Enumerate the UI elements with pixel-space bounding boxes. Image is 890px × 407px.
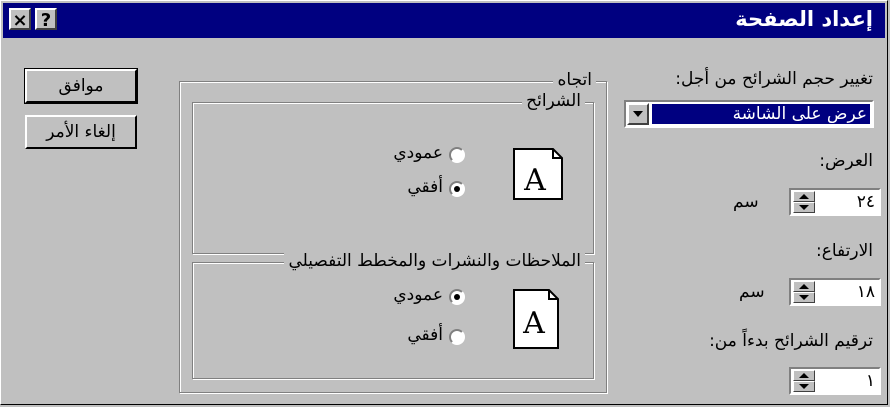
title-bar: إعداد الصفحة × ? [3,3,885,38]
doc-letter: A [522,306,545,341]
slides-title: الشرائح [522,91,585,111]
slides-group: الشرائح A عمودي أفقي [192,91,594,254]
spin-up-icon[interactable] [793,191,815,202]
numbering-spin-buttons[interactable] [793,370,815,392]
cancel-button[interactable]: إلغاء الأمر [25,115,137,149]
slides-portrait-radio[interactable] [449,147,465,163]
width-label: العرض: [819,151,873,171]
size-for-select[interactable]: عرض على الشاشة [624,100,874,128]
landscape-doc-icon: A [513,148,563,200]
notes-group: الملاحظات والنشرات والمخطط التفصيلي A عم… [192,251,594,379]
window-title: إعداد الصفحة [735,7,873,31]
slides-landscape-radio[interactable] [449,181,465,197]
notes-title: الملاحظات والنشرات والمخطط التفصيلي [284,251,585,271]
slides-portrait-label[interactable]: عمودي [343,143,443,163]
page-setup-dialog: إعداد الصفحة × ? تغيير حجم الشرائح من أج… [0,0,888,405]
height-spin-buttons[interactable] [793,281,815,303]
orientation-title: اتجاه [553,70,596,90]
notes-portrait-radio[interactable] [449,289,465,305]
height-value: ١٨ [856,282,875,302]
numbering-spinner[interactable]: ١ [789,367,881,395]
portrait-doc-icon: A [513,289,559,349]
help-icon: ? [40,10,52,31]
numbering-label: ترقيم الشرائح بدءاً من: [709,331,873,351]
orientation-group: اتجاه الشرائح A عمودي أفقي الملاحظات وال… [179,70,607,393]
size-for-value: عرض على الشاشة [652,104,870,124]
notes-portrait-label[interactable]: عمودي [343,285,443,305]
width-spinner[interactable]: ٢٤ [789,188,881,216]
spin-down-icon[interactable] [793,381,815,392]
help-button[interactable]: ? [35,8,57,31]
height-spinner[interactable]: ١٨ [789,278,881,306]
spin-up-icon[interactable] [793,281,815,292]
notes-landscape-label[interactable]: أفقي [343,325,443,345]
chevron-down-icon[interactable] [627,103,649,125]
width-unit: سم [733,192,759,212]
close-icon: × [12,10,28,31]
numbering-value: ١ [865,371,875,391]
size-for-label: تغيير حجم الشرائح من أجل: [675,69,873,89]
doc-letter: A [523,163,546,198]
notes-landscape-radio[interactable] [449,329,465,345]
height-unit: سم [739,282,765,302]
spin-up-icon[interactable] [793,370,815,381]
spin-down-icon[interactable] [793,292,815,303]
width-value: ٢٤ [856,192,875,212]
close-button[interactable]: × [9,8,31,31]
slides-landscape-label[interactable]: أفقي [343,177,443,197]
spin-down-icon[interactable] [793,202,815,213]
width-spin-buttons[interactable] [793,191,815,213]
height-label: الارتفاع: [815,241,873,261]
ok-button[interactable]: موافق [24,68,138,104]
